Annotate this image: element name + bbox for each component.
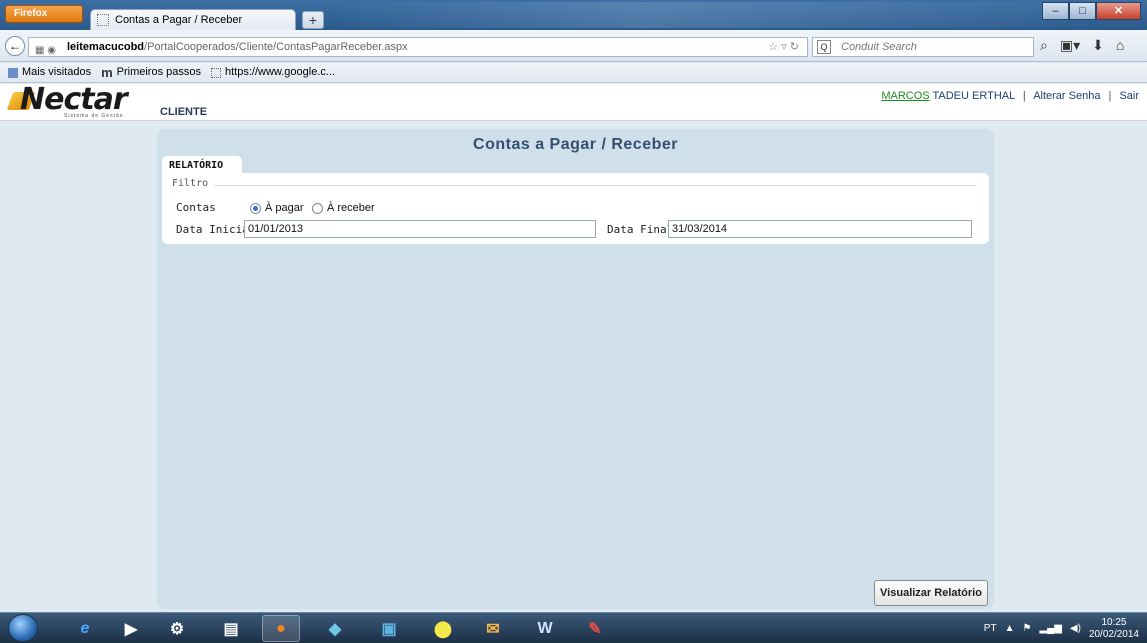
volume-icon[interactable]: ◀)	[1070, 623, 1081, 634]
clock-date: 20/02/2014	[1088, 628, 1139, 640]
radio-a-receber-label[interactable]: À receber	[327, 202, 375, 214]
section-label: CLIENTE	[160, 106, 208, 118]
clock-time: 10:25	[1101, 616, 1127, 628]
page-icon	[211, 67, 221, 78]
data-final-field[interactable]: 31/03/2014	[668, 220, 972, 238]
filter-box: Filtro Contas À pagar À receber Data Ini…	[162, 173, 989, 244]
tab-title: Contas a Pagar / Receber	[115, 14, 243, 26]
bookmark-label: https://www.google.c...	[225, 66, 336, 78]
site-identity-icon[interactable]: ▦ ◉	[35, 42, 56, 56]
windows-taskbar: e ▶ ⚙ ▤ ● ◆ ▣ ⬤ ✉ W ✎ PT ▲ ⚑ ▂▄▆ ◀) 10:2…	[0, 612, 1147, 643]
user-name-link[interactable]: MARCOS	[881, 90, 929, 102]
clock[interactable]: 10:25 20/02/2014	[1089, 617, 1139, 641]
home-icon[interactable]: ⌂	[1116, 37, 1124, 54]
logo-text: Nectar	[20, 82, 128, 117]
back-arrow-icon[interactable]: ←	[5, 36, 25, 56]
outlook-icon[interactable]: ✉	[474, 615, 512, 642]
word-icon[interactable]: W	[526, 615, 564, 642]
bookmark-google[interactable]: https://www.google.c...	[211, 63, 335, 82]
network-icon[interactable]: ⚙	[158, 615, 196, 642]
report-panel: Contas a Pagar / Receber RELATÓRIO Filtr…	[157, 129, 994, 609]
user-surname: TADEU ERTHAL	[932, 90, 1015, 102]
search-placeholder: Conduit Search	[841, 41, 917, 53]
new-tab-button[interactable]: +	[302, 11, 324, 29]
bookmark-getting-started[interactable]: m Primeiros passos	[101, 63, 201, 82]
close-icon[interactable]: ✕	[1096, 2, 1141, 20]
minimize-icon[interactable]: –	[1042, 2, 1069, 20]
divider	[214, 185, 976, 186]
download-icon[interactable]: ⬇	[1092, 37, 1104, 54]
folder-icon[interactable]: ▤	[212, 615, 250, 642]
media-player-icon[interactable]: ▶	[112, 615, 150, 642]
search-engine-icon[interactable]: Q	[817, 40, 831, 54]
magnifier-icon[interactable]: ⌕	[1040, 37, 1048, 54]
filter-legend: Filtro	[172, 178, 209, 189]
browser-tab[interactable]: Contas a Pagar / Receber	[90, 9, 296, 31]
logout-link[interactable]: Sair	[1119, 90, 1139, 102]
start-button[interactable]	[8, 614, 38, 642]
language-indicator[interactable]: PT	[984, 623, 997, 634]
logo-tagline: Sistema de Gestão	[64, 113, 124, 119]
m-logo-icon: m	[101, 65, 113, 80]
app-icon[interactable]: ◆	[316, 615, 354, 642]
internet-explorer-icon[interactable]: e	[66, 615, 104, 642]
addon-icon[interactable]: ▣▾	[1060, 37, 1080, 54]
contas-label: Contas	[176, 201, 216, 214]
bookmarks-toolbar: Mais visitados m Primeiros passos https:…	[0, 63, 1147, 83]
toolbar-icons: ⌕ ▣▾ ⬇ ⌂	[1040, 37, 1124, 54]
bookmark-label: Mais visitados	[22, 66, 92, 78]
flag-icon[interactable]: ⚑	[1022, 623, 1031, 634]
browser-titlebar: Firefox Contas a Pagar / Receber + – □ ✕	[0, 0, 1147, 31]
data-inicial-field[interactable]: 01/01/2013	[244, 220, 596, 238]
separator: |	[1108, 90, 1112, 102]
page-title: Contas a Pagar / Receber	[473, 136, 678, 153]
bookmark-icon	[8, 67, 18, 78]
search-input[interactable]: Q Conduit Search	[812, 37, 1034, 57]
tray-expand-icon[interactable]: ▲	[1005, 623, 1015, 634]
url-path: /PortalCooperados/Cliente/ContasPagarRec…	[144, 41, 408, 53]
firefox-menu-button[interactable]: Firefox	[5, 5, 83, 23]
navigation-bar: ← ▦ ◉ leitemacucobd/PortalCooperados/Cli…	[0, 30, 1147, 62]
titlebar-glow	[330, 2, 1110, 28]
change-password-link[interactable]: Alterar Senha	[1033, 90, 1100, 102]
remote-desktop-icon[interactable]: ▣	[370, 615, 408, 642]
page-header: Nectar Sistema de Gestão CLIENTE MARCOS …	[0, 82, 1147, 121]
radio-a-pagar[interactable]	[250, 203, 261, 214]
data-final-label: Data Final	[607, 223, 674, 236]
radio-a-pagar-label[interactable]: À pagar	[265, 202, 304, 214]
bookmark-label: Primeiros passos	[116, 66, 201, 78]
maximize-icon[interactable]: □	[1069, 2, 1096, 20]
radio-a-receber[interactable]	[312, 203, 323, 214]
nectar-logo: Nectar Sistema de Gestão	[6, 82, 140, 121]
sticky-note-icon[interactable]: ⬤	[424, 615, 462, 642]
window-controls: – □ ✕	[1042, 2, 1141, 22]
firefox-icon[interactable]: ●	[262, 615, 300, 642]
page-icon	[97, 14, 109, 26]
url-bar[interactable]: ▦ ◉ leitemacucobd/PortalCooperados/Clien…	[28, 37, 808, 57]
user-links: MARCOS TADEU ERTHAL | Alterar Senha | Sa…	[881, 90, 1139, 102]
bookmark-star-icon[interactable]: ☆ ▿ ↻	[768, 38, 799, 56]
url-host: leitemacucobd	[67, 41, 145, 53]
acrobat-icon[interactable]: ✎	[576, 615, 614, 642]
bookmark-most-visited[interactable]: Mais visitados	[8, 63, 91, 82]
network-signal-icon[interactable]: ▂▄▆	[1039, 623, 1061, 634]
system-tray: PT ▲ ⚑ ▂▄▆ ◀) 10:25 20/02/2014	[984, 613, 1139, 643]
separator: |	[1022, 90, 1026, 102]
view-report-button[interactable]: Visualizar Relatório	[874, 580, 988, 606]
